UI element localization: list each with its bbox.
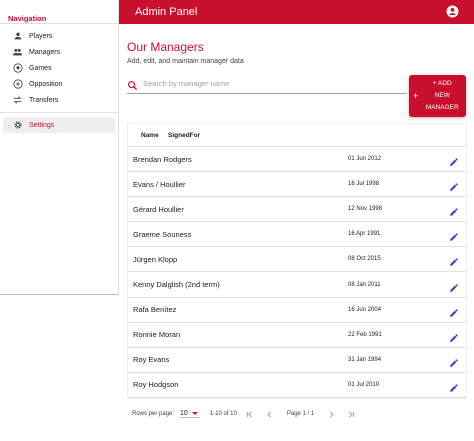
sidebar-item-opposition[interactable]: Opposition [0, 76, 118, 92]
first-page-icon[interactable] [245, 409, 255, 419]
page-indicator: Page 1 / 1 [286, 411, 315, 417]
edit-icon[interactable] [449, 330, 459, 342]
edit-icon[interactable] [449, 204, 459, 216]
nav-divider [0, 112, 118, 113]
manager-name: Ronnie Moran [133, 330, 181, 340]
signed-date: 12 Nov 1998 [348, 206, 383, 213]
previous-page-icon[interactable] [265, 409, 275, 419]
managers-table: Name SignedFor Brendan Rodgers 01 Jun 201… [127, 123, 467, 399]
column-header-name[interactable]: Name [141, 132, 168, 139]
sidebar-title: Navigation [8, 14, 47, 23]
soccer-ball-icon [12, 63, 23, 74]
sidebar-item-label: Managers [29, 48, 61, 56]
table-row[interactable]: Brendan Rodgers 01 Jun 2012 [128, 147, 466, 173]
nav-list: Players Managers Games Opposition Transf… [0, 24, 118, 133]
sidebar-item-label: Opposition [29, 80, 63, 88]
signed-date: 01 Jun 2012 [348, 156, 382, 163]
signed-date: 16 Jul 1998 [348, 181, 380, 188]
sidebar-item-managers[interactable]: Managers [0, 44, 118, 60]
add-manager-label: + ADD NEW MANAGER [424, 78, 460, 114]
edit-icon[interactable] [449, 229, 459, 242]
table-row[interactable]: Kenny Dalglish (2nd term) 08 Jan 2011 [128, 272, 466, 298]
rows-per-page-select[interactable]: 10 [180, 410, 200, 418]
table-row[interactable]: Rafa Benítez 16 Jun 2004 [128, 298, 466, 323]
add-label-line: NEW [434, 92, 450, 99]
signed-date: 01 Jul 2010 [348, 381, 380, 388]
people-icon [12, 47, 23, 58]
search-icon [127, 78, 139, 90]
sidebar-item-label: Transfers [29, 96, 59, 104]
sidebar: Navigation Players Managers Games Opposi… [0, 0, 119, 295]
manager-name: Kenny Dalglish (2nd term) [133, 280, 220, 290]
person-icon [12, 31, 23, 42]
table-row[interactable]: Graeme Souness 16 Apr 1991 [128, 222, 466, 248]
search-bar [127, 74, 407, 94]
sidebar-item-players[interactable]: Players [0, 28, 118, 44]
manager-name: Jürgen Klopp [133, 254, 178, 264]
chevron-down-icon [191, 412, 198, 415]
page-title: Our Managers [127, 40, 204, 54]
account-circle-icon[interactable] [446, 5, 459, 18]
edit-icon[interactable] [449, 380, 459, 392]
page-subtitle: Add, edit, and maintain manager data [127, 58, 244, 65]
manager-name: Roy Evans [133, 355, 170, 365]
edit-icon[interactable] [449, 280, 459, 292]
search-input[interactable] [143, 79, 393, 88]
gear-icon [12, 120, 23, 131]
last-page-icon[interactable] [346, 409, 356, 419]
signed-date: 08 Jan 2011 [348, 281, 381, 288]
row-range: 1-10 of 10 [209, 411, 237, 417]
sidebar-item-label: Settings [29, 121, 55, 129]
manager-name: Gérard Houllier [133, 204, 184, 214]
manager-name: Graeme Souness [133, 229, 192, 239]
app-title: Admin Panel [135, 6, 198, 18]
edit-icon[interactable] [449, 355, 459, 367]
sidebar-item-label: Games [29, 64, 52, 72]
add-label-line: MANAGER [425, 104, 459, 111]
edit-icon[interactable] [449, 305, 459, 317]
next-page-icon[interactable] [326, 409, 336, 419]
table-row[interactable]: Ronnie Moran 22 Feb 1991 [128, 323, 466, 348]
manager-name: Rafa Benítez [133, 305, 177, 315]
signed-date: 16 Jun 2004 [348, 306, 382, 313]
add-manager-button[interactable]: + + ADD NEW MANAGER [409, 75, 466, 117]
edit-icon[interactable] [449, 179, 459, 191]
sidebar-item-transfers[interactable]: Transfers [0, 92, 118, 108]
signed-date: 31 Jan 1994 [348, 356, 382, 363]
rows-per-page-label: Rows per page: [132, 411, 175, 417]
sidebar-item-settings[interactable]: Settings [3, 117, 115, 133]
signed-date: 22 Feb 1991 [348, 331, 382, 338]
shield-icon [12, 79, 23, 90]
table-row[interactable]: Jürgen Klopp 08 Oct 2015 [128, 247, 466, 273]
signed-date: 16 Apr 1991 [348, 231, 381, 238]
add-label-line: + ADD [432, 80, 452, 87]
signed-date: 08 Oct 2015 [348, 256, 381, 263]
rows-per-page-value: 10 [180, 410, 188, 417]
table-pagination: Rows per page: 10 1-10 of 10 Page 1 / 1 [127, 404, 467, 424]
manager-name: Evans / Houllier [133, 179, 186, 189]
table-row[interactable]: Roy Hodgson 01 Jul 2010 [128, 373, 466, 398]
table-row[interactable]: Evans / Houllier 16 Jul 1998 [128, 172, 466, 198]
table-body: Brendan Rodgers 01 Jun 2012 Evans / Houlli… [128, 147, 466, 398]
app-bar: Admin Panel [119, 0, 474, 24]
table-row[interactable]: Gérard Houllier 12 Nov 1998 [128, 197, 466, 223]
swap-icon [12, 95, 23, 106]
plus-icon: + [413, 91, 419, 101]
sidebar-item-label: Players [29, 32, 53, 40]
table-row[interactable]: Roy Evans 31 Jan 1994 [128, 348, 466, 373]
column-header-signedfor[interactable]: SignedFor [168, 132, 228, 139]
manager-name: Brendan Rodgers [133, 154, 192, 164]
sidebar-header: Navigation [0, 0, 118, 24]
sidebar-item-games[interactable]: Games [0, 60, 118, 76]
edit-icon[interactable] [449, 254, 459, 267]
table-header: Name SignedFor [128, 124, 466, 147]
manager-name: Roy Hodgson [133, 380, 179, 390]
edit-icon[interactable] [449, 154, 459, 166]
